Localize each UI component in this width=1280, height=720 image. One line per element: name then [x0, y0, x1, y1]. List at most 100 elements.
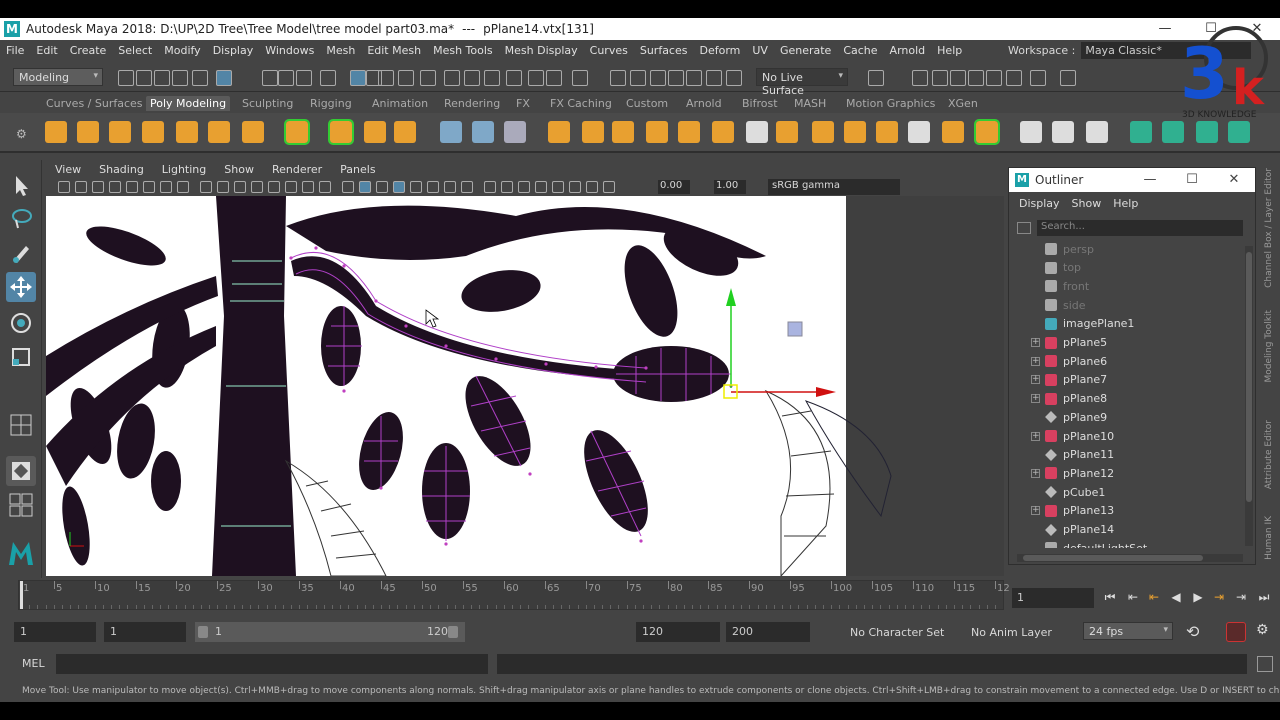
shelf-tab-fx[interactable]: FX: [512, 96, 534, 111]
panel-tool-20-icon[interactable]: [393, 181, 405, 193]
panel-menu-view[interactable]: View: [46, 163, 90, 176]
panel-menu-show[interactable]: Show: [215, 163, 263, 176]
shelf-tab-motion-graphics[interactable]: Motion Graphics: [842, 96, 939, 111]
shelf-options-icon[interactable]: ⚙: [16, 127, 27, 141]
face-select-icon[interactable]: [378, 70, 394, 86]
gamma-field[interactable]: 1.00: [714, 180, 746, 194]
go-to-end-icon[interactable]: ⏭: [1256, 589, 1272, 605]
menu-curves[interactable]: Curves: [584, 44, 634, 57]
shelf-tool-20-icon[interactable]: [712, 121, 734, 143]
outliner-hscrollbar[interactable]: [1017, 554, 1243, 562]
shelf-tool-23-icon[interactable]: [812, 121, 834, 143]
shelf-tool-9-icon[interactable]: [328, 119, 354, 145]
side-tab-2[interactable]: Modeling Toolkit: [1264, 310, 1274, 383]
outliner-item-pcube1[interactable]: pCube1: [1009, 483, 1241, 501]
construction-history-icon[interactable]: [706, 70, 722, 86]
shelf-tool-17-icon[interactable]: [612, 121, 634, 143]
current-frame-field[interactable]: 1: [1012, 588, 1094, 608]
panel-tool-26-icon[interactable]: [501, 181, 513, 193]
viewport-panel[interactable]: [46, 196, 1004, 576]
panel-menu-shading[interactable]: Shading: [90, 163, 153, 176]
shelf-tab-custom[interactable]: Custom: [622, 96, 672, 111]
panel-tool-32-icon[interactable]: [603, 181, 615, 193]
shelf-tool-19-icon[interactable]: [678, 121, 700, 143]
channel-icon[interactable]: [1030, 70, 1046, 86]
panel-tool-28-icon[interactable]: [535, 181, 547, 193]
shelf-tool-1-icon[interactable]: [45, 121, 67, 143]
panel-tool-21-icon[interactable]: [410, 181, 422, 193]
panel-tool-1-icon[interactable]: [58, 181, 70, 193]
new-scene-icon[interactable]: [118, 70, 134, 86]
menu-arnold[interactable]: Arnold: [884, 44, 932, 57]
shelf-tool-11-icon[interactable]: [394, 121, 416, 143]
menu-modify[interactable]: Modify: [158, 44, 206, 57]
lock-icon[interactable]: [320, 70, 336, 86]
shelf-tool-33-icon[interactable]: [1162, 121, 1184, 143]
shelf-tool-28-icon[interactable]: [974, 119, 1000, 145]
menu-display[interactable]: Display: [207, 44, 260, 57]
range-bar[interactable]: 1 120: [195, 622, 465, 642]
component-mode-icon[interactable]: [278, 70, 294, 86]
object-mode-icon[interactable]: [262, 70, 278, 86]
exposure-field[interactable]: 0.00: [658, 180, 690, 194]
anim-layer-dropdown[interactable]: No Anim Layer: [971, 626, 1052, 639]
uv-select-icon[interactable]: [398, 70, 414, 86]
menu-surfaces[interactable]: Surfaces: [634, 44, 694, 57]
outliner-item-pplane9[interactable]: pPlane9: [1009, 408, 1241, 426]
outliner-maximize-icon[interactable]: ☐: [1171, 168, 1213, 192]
side-tab-3[interactable]: Attribute Editor: [1264, 420, 1274, 489]
shelf-tool-25-icon[interactable]: [876, 121, 898, 143]
redo-icon[interactable]: [192, 70, 208, 86]
panel-tool-14-icon[interactable]: [285, 181, 297, 193]
viewport-canvas[interactable]: [46, 196, 1004, 576]
shelf-tool-3-icon[interactable]: [109, 121, 131, 143]
shelf-tab-sculpting[interactable]: Sculpting: [238, 96, 297, 111]
live-surface-field[interactable]: No Live Surface: [756, 68, 848, 97]
shelf-tool-34-icon[interactable]: [1196, 121, 1218, 143]
fps-dropdown[interactable]: 24 fps: [1083, 622, 1173, 640]
pause-icon[interactable]: [986, 70, 1002, 86]
shelf-tab-mash[interactable]: MASH: [790, 96, 830, 111]
step-forward-key-icon[interactable]: ⇥: [1211, 589, 1227, 605]
outliner-item-pplane10[interactable]: + pPlane10: [1009, 427, 1241, 445]
menu-cache[interactable]: Cache: [837, 44, 883, 57]
menu-generate[interactable]: Generate: [774, 44, 837, 57]
shelf-tab-xgen[interactable]: XGen: [944, 96, 982, 111]
shelf-tool-13-icon[interactable]: [472, 121, 494, 143]
script-editor-icon[interactable]: [1257, 656, 1273, 672]
snap-live-icon[interactable]: [630, 70, 646, 86]
outliner-item-pplane5[interactable]: + pPlane5: [1009, 334, 1241, 352]
panel-tool-17-icon[interactable]: [342, 181, 354, 193]
menu-windows[interactable]: Windows: [259, 44, 320, 57]
menu-mesh-tools[interactable]: Mesh Tools: [427, 44, 499, 57]
shelf-tool-2-icon[interactable]: [77, 121, 99, 143]
expand-icon[interactable]: +: [1031, 468, 1040, 478]
menu-help[interactable]: Help: [931, 44, 968, 57]
panel-tool-7-icon[interactable]: [160, 181, 172, 193]
menu-mesh[interactable]: Mesh: [320, 44, 361, 57]
side-tab-4[interactable]: Human IK: [1264, 516, 1274, 560]
shelf-tool-24-icon[interactable]: [844, 121, 866, 143]
outliner-item-pplane6[interactable]: + pPlane6: [1009, 352, 1241, 370]
panel-menu-renderer[interactable]: Renderer: [263, 163, 331, 176]
shelf-tool-22-icon[interactable]: [776, 121, 798, 143]
vertex-select-icon[interactable]: [350, 70, 366, 86]
panel-menu-panels[interactable]: Panels: [331, 163, 384, 176]
snap-grid-icon[interactable]: [528, 70, 544, 86]
anim-prefs-icon[interactable]: ⚙: [1256, 622, 1269, 638]
step-forward-icon[interactable]: ⇥: [1233, 589, 1249, 605]
panel-tool-30-icon[interactable]: [569, 181, 581, 193]
shelf-tab-poly-modeling[interactable]: Poly Modeling: [146, 96, 231, 111]
panel-tool-9-icon[interactable]: [200, 181, 212, 193]
layout-grid-icon[interactable]: [6, 490, 36, 520]
panel-tool-23-icon[interactable]: [444, 181, 456, 193]
menu-deform[interactable]: Deform: [693, 44, 746, 57]
render-settings-icon[interactable]: [932, 70, 948, 86]
outliner-item-persp[interactable]: persp: [1009, 240, 1241, 258]
rotate-tool-icon[interactable]: [6, 308, 36, 338]
panel-tool-25-icon[interactable]: [484, 181, 496, 193]
auto-key-icon[interactable]: [1226, 622, 1246, 642]
panel-menu-lighting[interactable]: Lighting: [153, 163, 215, 176]
range-start-handle[interactable]: [198, 626, 208, 638]
shelf-tool-12-icon[interactable]: [440, 121, 462, 143]
